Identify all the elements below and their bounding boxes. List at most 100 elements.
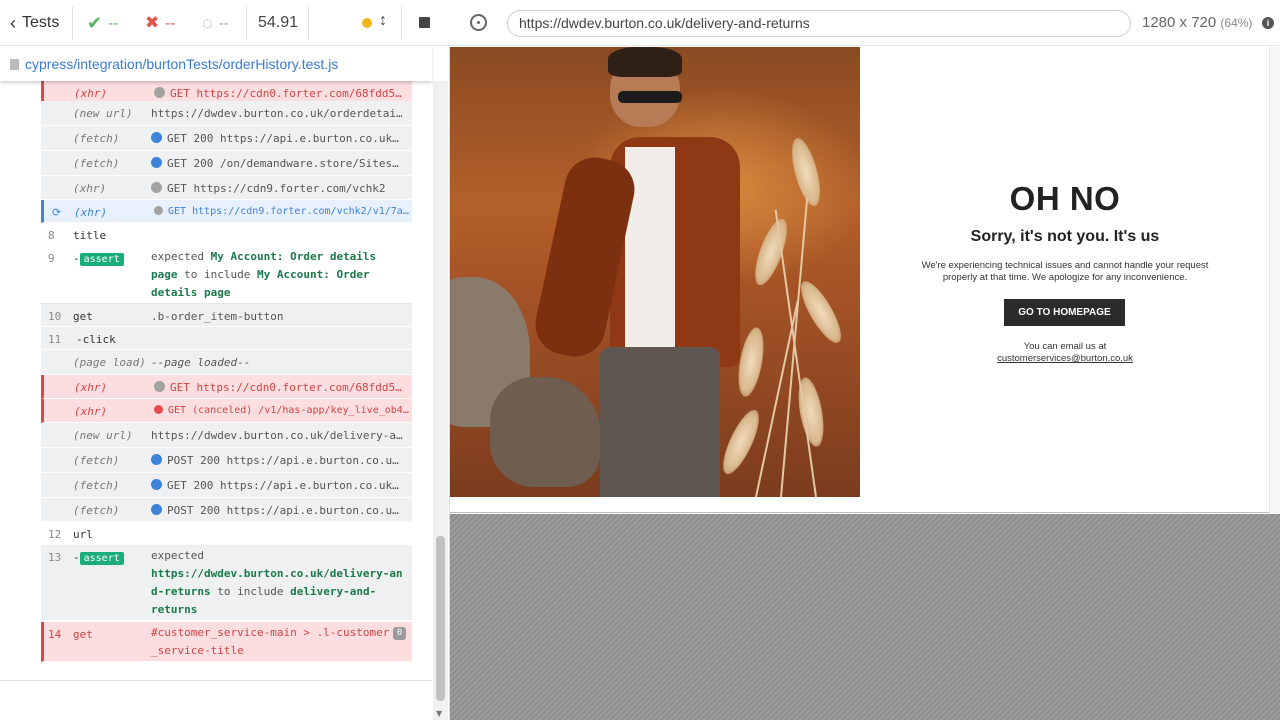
assert-badge: assert xyxy=(79,253,124,266)
command-row-failed[interactable]: 14 get #customer_service-main > .l-custo… xyxy=(41,622,412,662)
assert-word: expected xyxy=(151,250,204,263)
grass-stem xyxy=(755,301,799,497)
command-message: GET https://cdn9.forter.com/vchk2/v1/7ab… xyxy=(154,206,412,217)
reporter-scrollbar[interactable]: ▼ xyxy=(433,81,448,720)
command-name: (fetch) xyxy=(73,132,120,145)
step-number: 10 xyxy=(48,310,62,323)
assert-row[interactable]: 9 - assert expected My Account: Order det… xyxy=(41,246,412,304)
command-row[interactable]: 11 -click xyxy=(41,327,412,350)
command-name: get xyxy=(73,628,93,641)
aut-scrollbar[interactable] xyxy=(1269,47,1280,513)
failed-count-value: -- xyxy=(165,14,176,32)
command-message: https://dwdev.burton.co.uk/orderdetai… xyxy=(151,107,403,120)
stop-icon[interactable] xyxy=(419,17,430,28)
autoscroll-dot-icon[interactable] xyxy=(362,18,372,28)
command-message-text: POST 200 https://api.e.burton.co.u… xyxy=(167,504,399,517)
command-message: GET 200 /on/demandware.store/Sites… xyxy=(151,157,409,170)
grass-plume xyxy=(793,276,849,348)
command-row[interactable]: (xhr) GET https://cdn9.forter.com/vchk2 xyxy=(41,176,412,200)
grass-plume xyxy=(716,405,766,479)
command-name: (fetch) xyxy=(73,454,120,467)
viewport-size: 1280 x 720 (64%) xyxy=(1142,14,1252,31)
stats-bar: ‹ Tests ✔ -- ✖ -- ◌ -- 54.91 ↕ xyxy=(0,0,450,46)
step-number: 11 xyxy=(48,333,62,346)
status-dot-icon xyxy=(154,381,165,392)
status-dot-icon xyxy=(151,504,162,515)
error-panel: OH NO Sorry, it's not you. It's us We're… xyxy=(860,47,1280,513)
scrollbar-thumb[interactable] xyxy=(436,536,445,701)
step-number: 8 xyxy=(48,229,55,242)
command-name: title xyxy=(73,229,107,242)
step-number: 9 xyxy=(48,252,55,265)
command-row[interactable]: (fetch) POST 200 https://api.e.burton.co… xyxy=(41,498,412,522)
command-row[interactable]: (fetch) GET 200 https://api.e.burton.co.… xyxy=(41,126,412,151)
command-message: GET https://cdn9.forter.com/vchk2 xyxy=(151,182,409,195)
email-link[interactable]: customerservices@burton.co.uk xyxy=(860,353,1270,364)
command-message-text: GET 200 /on/demandware.store/Sites… xyxy=(167,157,399,170)
figure-tshirt xyxy=(625,147,675,347)
step-number: 13 xyxy=(48,551,62,564)
command-row[interactable]: 12 url xyxy=(41,522,412,545)
status-dot-icon xyxy=(151,479,162,490)
command-message-text: GET (canceled) /v1/has-app/key_live_ob4o… xyxy=(168,405,412,416)
command-row[interactable]: (xhr) GET https://cdn0.forter.com/68fdd5… xyxy=(41,375,412,399)
aut-url-bar[interactable]: https://dwdev.burton.co.uk/delivery-and-… xyxy=(507,10,1131,37)
status-dot-icon xyxy=(154,87,165,98)
command-name: (xhr) xyxy=(74,87,108,100)
command-row[interactable]: (new url) https://dwdev.burton.co.uk/del… xyxy=(41,423,412,448)
command-message: GET (canceled) /v1/has-app/key_live_ob4o… xyxy=(154,405,412,416)
tests-label: Tests xyxy=(22,14,60,31)
x-icon: ✖ xyxy=(145,13,160,32)
command-row[interactable]: (page load) --page loaded-- xyxy=(41,350,412,375)
command-row[interactable]: 10 get .b-order_item-button xyxy=(41,304,412,327)
error-subheading: Sorry, it's not you. It's us xyxy=(970,228,1160,245)
command-message-text: GET https://cdn9.forter.com/vchk2 xyxy=(167,182,386,195)
tests-button[interactable]: ‹ Tests xyxy=(10,0,59,46)
duration: 54.91 xyxy=(258,14,299,31)
command-row[interactable]: (fetch) GET 200 https://api.e.burton.co.… xyxy=(41,473,412,498)
aut-header: https://dwdev.burton.co.uk/delivery-and-… xyxy=(450,0,1280,46)
spec-path[interactable]: cypress/integration/burtonTests/orderHis… xyxy=(0,47,432,81)
command-row[interactable]: (new url) https://dwdev.burton.co.uk/ord… xyxy=(41,101,412,126)
divider xyxy=(246,6,247,40)
command-row[interactable]: (fetch) POST 200 https://api.e.burton.co… xyxy=(41,448,412,473)
command-message: GET https://cdn0.forter.com/68fdd5… xyxy=(154,87,412,100)
viewport-dimensions: 1280 x 720 xyxy=(1142,14,1217,31)
crosshair-icon[interactable] xyxy=(470,14,487,31)
command-row[interactable]: (fetch) GET 200 /on/demandware.store/Sit… xyxy=(41,151,412,176)
status-dot-icon xyxy=(151,182,162,193)
aut-background xyxy=(450,514,1280,720)
error-heading: OH NO xyxy=(1009,180,1121,217)
aut-frame: OH NO Sorry, it's not you. It's us We're… xyxy=(450,47,1280,513)
go-to-homepage-button[interactable]: GO TO HOMEPAGE xyxy=(1004,299,1125,326)
assert-row[interactable]: 13 - assert expected https://dwdev.burton.… xyxy=(41,545,412,621)
info-icon[interactable]: i xyxy=(1262,17,1274,29)
check-icon: ✔ xyxy=(87,12,103,33)
element-count-badge: 0 xyxy=(393,627,406,640)
command-row[interactable]: ⟳ (xhr) GET https://cdn9.forter.com/vchk… xyxy=(41,200,412,223)
command-row[interactable]: (xhr) GET https://cdn0.forter.com/68fdd5… xyxy=(41,81,412,103)
resize-vertical-icon[interactable]: ↕ xyxy=(379,12,387,30)
chevron-left-icon: ‹ xyxy=(10,12,16,33)
command-message: GET 200 https://api.e.burton.co.uk… xyxy=(151,132,409,145)
command-name: (page load) xyxy=(73,356,146,369)
command-message: POST 200 https://api.e.burton.co.u… xyxy=(151,454,409,467)
assert-word: expected xyxy=(151,549,204,562)
command-message: GET 200 https://api.e.burton.co.uk… xyxy=(151,479,409,492)
command-message-text: GET https://cdn0.forter.com/68fdd5… xyxy=(170,87,402,100)
command-row[interactable]: 8 title xyxy=(41,223,412,246)
spinner-icon: ⟳ xyxy=(52,206,62,219)
scroll-down-icon[interactable]: ▼ xyxy=(436,709,442,718)
command-message: #customer_service-main > .l-customer_ser… xyxy=(151,626,390,657)
step-number: 12 xyxy=(48,528,62,541)
assert-word: to include xyxy=(217,585,284,598)
command-row[interactable]: (xhr) GET (canceled) /v1/has-app/key_liv… xyxy=(41,399,412,423)
reporter-panel: ‹ Tests ✔ -- ✖ -- ◌ -- 54.91 ↕ cypress/i… xyxy=(0,0,450,720)
command-message-text: GET 200 https://api.e.burton.co.uk… xyxy=(167,479,399,492)
command-message-text: GET 200 https://api.e.burton.co.uk… xyxy=(167,132,399,145)
failed-count: ✖ -- xyxy=(145,0,175,46)
command-name: (fetch) xyxy=(73,504,120,517)
pending-count-value: -- xyxy=(218,14,229,32)
divider xyxy=(401,6,402,40)
spec-path-label: cypress/integration/burtonTests/orderHis… xyxy=(25,56,339,72)
